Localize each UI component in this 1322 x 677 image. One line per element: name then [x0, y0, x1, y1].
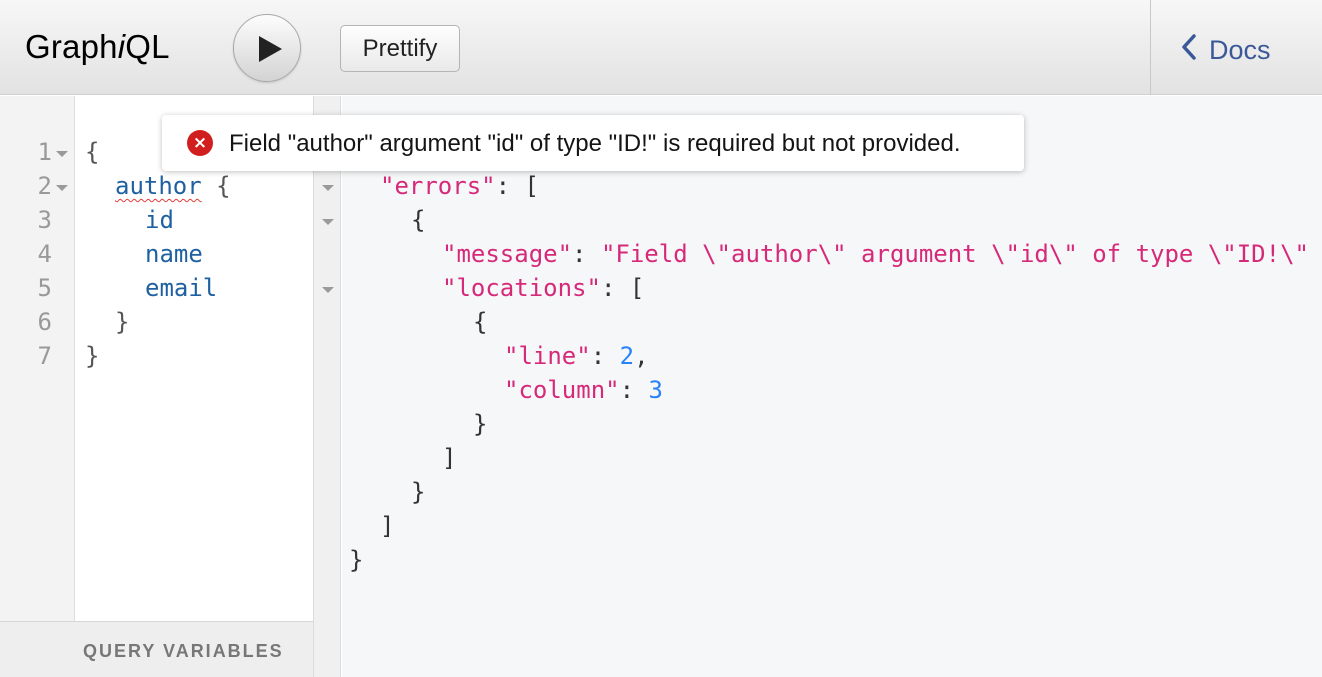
email-field: email [145, 274, 218, 302]
chevron-left-icon [1181, 33, 1197, 68]
column-value: 3 [648, 376, 663, 404]
result-line: "errors": [ [380, 172, 539, 200]
name-field: name [145, 240, 203, 268]
execute-query-button[interactable] [233, 14, 301, 82]
query-editor[interactable]: { author { id name email } } [76, 96, 313, 621]
query-line: { [85, 138, 100, 166]
line-value: 2 [619, 342, 635, 370]
result-line: ] [442, 444, 457, 472]
query-line: } [115, 308, 130, 336]
result-line: { [411, 206, 426, 234]
result-line: "column": 3 [504, 376, 663, 404]
message-value: "Field \"author\" argument \"id\" of typ… [600, 240, 1309, 268]
docs-label: Docs [1209, 34, 1271, 65]
line-number: 1 [37, 138, 52, 166]
brace: { [201, 172, 231, 200]
line-number: 4 [37, 240, 52, 268]
logo-suffix: QL [125, 28, 170, 65]
prettify-button[interactable]: Prettify [340, 25, 460, 72]
fold-arrow-icon[interactable] [322, 287, 334, 293]
result-viewer[interactable]: { "errors": [ { "message": "Field \"auth… [342, 96, 1322, 677]
toolbar: GraphiQL Prettify Docs [0, 0, 1322, 95]
query-variables-bar[interactable]: QUERY VARIABLES [0, 621, 313, 677]
locations-key: "locations" [442, 274, 601, 302]
query-gutter: 1 2 3 4 5 6 7 [0, 96, 75, 621]
query-line: author { [115, 172, 231, 200]
author-field: author [115, 172, 202, 200]
fold-arrow-icon[interactable] [322, 219, 334, 225]
line-number: 3 [37, 206, 52, 234]
message-key: "message" [442, 240, 573, 268]
line-number: 5 [37, 274, 52, 302]
result-line: } [349, 546, 364, 574]
fold-arrow-icon[interactable] [56, 151, 68, 157]
result-line: ] [380, 512, 395, 540]
logo-prefix: Graph [25, 28, 118, 65]
query-variables-label[interactable]: QUERY VARIABLES [83, 641, 284, 662]
result-line: "message": "Field \"author\" argument \"… [442, 240, 1322, 268]
result-line: "locations": [ [442, 274, 645, 302]
result-line: } [473, 410, 488, 438]
id-field: id [145, 206, 174, 234]
result-line: } [411, 478, 426, 506]
fold-arrow-icon[interactable] [56, 185, 68, 191]
error-message: Field "author" argument "id" of type "ID… [229, 130, 961, 157]
fold-arrow-icon[interactable] [322, 185, 334, 191]
result-line: "line": 2, [504, 342, 649, 370]
play-icon [259, 36, 282, 62]
line-number: 7 [37, 342, 52, 370]
result-gutter [313, 96, 341, 677]
column-key: "column" [504, 376, 620, 404]
line-key: "line" [504, 342, 591, 370]
error-tooltip: × Field "author" argument "id" of type "… [162, 115, 1024, 171]
errors-key: "errors" [380, 172, 496, 200]
docs-button[interactable]: Docs [1181, 30, 1271, 70]
error-circle-icon: × [187, 130, 213, 156]
graphiql-logo: GraphiQL [25, 28, 170, 66]
query-line: } [85, 342, 100, 370]
result-line: { [473, 308, 488, 336]
line-number: 2 [37, 172, 52, 200]
docs-area: Docs [1150, 0, 1322, 95]
line-number: 6 [37, 308, 52, 336]
